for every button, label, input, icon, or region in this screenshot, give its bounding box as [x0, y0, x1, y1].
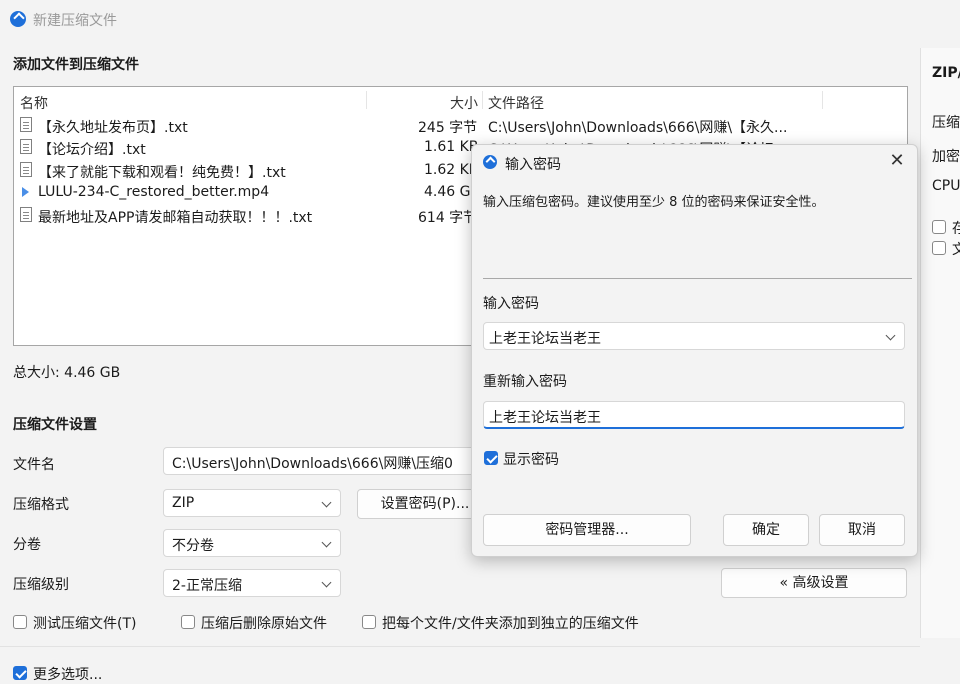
- file-name: 最新地址及APP请发邮箱自动获取！！！.txt: [38, 210, 313, 226]
- column-separator: [482, 91, 483, 109]
- text-file-icon: [20, 117, 32, 132]
- chevron-down-icon: [321, 497, 332, 508]
- confirm-password-input[interactable]: 上老王论坛当老王: [483, 401, 905, 429]
- test-archive-checkbox[interactable]: [13, 615, 27, 629]
- video-file-icon: [20, 185, 32, 199]
- right-panel-checkbox-label: 文: [952, 239, 960, 259]
- split-value: 不分卷: [172, 538, 214, 554]
- test-archive-label: 测试压缩文件(T): [33, 616, 137, 632]
- column-size[interactable]: 大小: [450, 93, 478, 113]
- show-password-checkbox[interactable]: [484, 451, 498, 465]
- close-icon[interactable]: ✕: [887, 151, 907, 171]
- separate-archives-label: 把每个文件/文件夹添加到独立的压缩文件: [382, 616, 639, 632]
- file-list-header: 名称 大小 文件路径: [14, 87, 907, 113]
- column-name[interactable]: 名称: [20, 93, 48, 113]
- dialog-divider: [483, 278, 912, 279]
- right-panel-row: CPU: [932, 178, 960, 194]
- total-size: 总大小: 4.46 GB: [13, 365, 121, 381]
- text-file-icon: [20, 139, 32, 154]
- cancel-button[interactable]: 取消: [819, 514, 905, 546]
- ok-button[interactable]: 确定: [723, 514, 809, 546]
- more-options-label: 更多选项...: [33, 667, 103, 683]
- more-options-checkbox[interactable]: [13, 666, 27, 680]
- right-panel-checkbox[interactable]: [932, 220, 946, 234]
- format-value: ZIP: [172, 495, 195, 511]
- right-panel-checkbox[interactable]: [932, 241, 946, 255]
- text-file-icon: [20, 162, 32, 177]
- file-size: 245 字节: [418, 120, 478, 136]
- file-name: 【来了就能下载和观看！纯免费！】.txt: [38, 165, 286, 181]
- show-password-label: 显示密码: [503, 452, 559, 468]
- column-separator: [822, 91, 823, 109]
- right-panel-row: 加密: [932, 149, 960, 165]
- level-label: 压缩级别: [13, 577, 69, 593]
- format-label: 压缩格式: [13, 497, 69, 513]
- filename-value: C:\Users\John\Downloads\666\网赚\压缩0: [172, 456, 453, 472]
- filename-input[interactable]: C:\Users\John\Downloads\666\网赚\压缩0: [163, 447, 493, 475]
- app-logo-icon: [10, 11, 26, 27]
- file-size: 614 字节: [418, 210, 478, 226]
- delete-after-label: 压缩后删除原始文件: [201, 616, 327, 632]
- chevron-down-icon: [321, 577, 332, 588]
- right-panel-title: ZIP/: [932, 65, 960, 81]
- level-value: 2-正常压缩: [172, 578, 242, 594]
- right-panel-row: 压缩: [932, 115, 960, 131]
- file-path: C:\Users\John\Downloads\666\网赚\【永久...: [488, 120, 788, 136]
- chevron-down-icon: [321, 537, 332, 548]
- separate-archives-checkbox[interactable]: [362, 615, 376, 629]
- column-separator: [366, 91, 367, 109]
- format-select[interactable]: ZIP: [163, 489, 341, 517]
- file-row[interactable]: 【永久地址发布页】.txt 245 字节 C:\Users\John\Downl…: [14, 114, 907, 136]
- confirm-password-label: 重新输入密码: [483, 374, 567, 390]
- level-select[interactable]: 2-正常压缩: [163, 569, 341, 597]
- delete-after-checkbox[interactable]: [181, 615, 195, 629]
- right-panel-checkbox-label: 存: [952, 218, 960, 238]
- text-file-icon: [20, 207, 32, 222]
- dialog-title: 输入密码: [505, 157, 561, 173]
- right-panel: ZIP/ 压缩 加密 CPU 存 文: [920, 48, 960, 638]
- settings-heading: 压缩文件设置: [13, 417, 97, 433]
- file-name: 【论坛介绍】.txt: [38, 142, 146, 158]
- password-value: 上老王论坛当老王: [489, 331, 601, 347]
- file-name: 【永久地址发布页】.txt: [38, 120, 188, 136]
- confirm-password-value: 上老王论坛当老王: [489, 410, 601, 426]
- column-path[interactable]: 文件路径: [488, 93, 544, 113]
- dialog-description: 输入压缩包密码。建议使用至少 8 位的密码来保证安全性。: [483, 195, 825, 210]
- password-dialog: 输入密码 ✕ 输入压缩包密码。建议使用至少 8 位的密码来保证安全性。 输入密码…: [471, 144, 918, 557]
- add-files-heading: 添加文件到压缩文件: [13, 57, 139, 73]
- password-manager-button[interactable]: 密码管理器...: [483, 514, 691, 546]
- window-title: 新建压缩文件: [33, 13, 117, 29]
- password-label: 输入密码: [483, 296, 539, 312]
- password-input[interactable]: 上老王论坛当老王: [483, 322, 905, 350]
- file-name: LULU-234-C_restored_better.mp4: [38, 184, 270, 200]
- split-label: 分卷: [13, 537, 41, 553]
- advanced-settings-button[interactable]: « 高级设置: [721, 568, 907, 598]
- title-bar: 新建压缩文件: [0, 0, 960, 38]
- chevron-down-icon[interactable]: [885, 330, 896, 341]
- divider: [0, 646, 920, 647]
- split-select[interactable]: 不分卷: [163, 529, 341, 557]
- filename-label: 文件名: [13, 457, 55, 473]
- app-logo-icon: [483, 155, 497, 169]
